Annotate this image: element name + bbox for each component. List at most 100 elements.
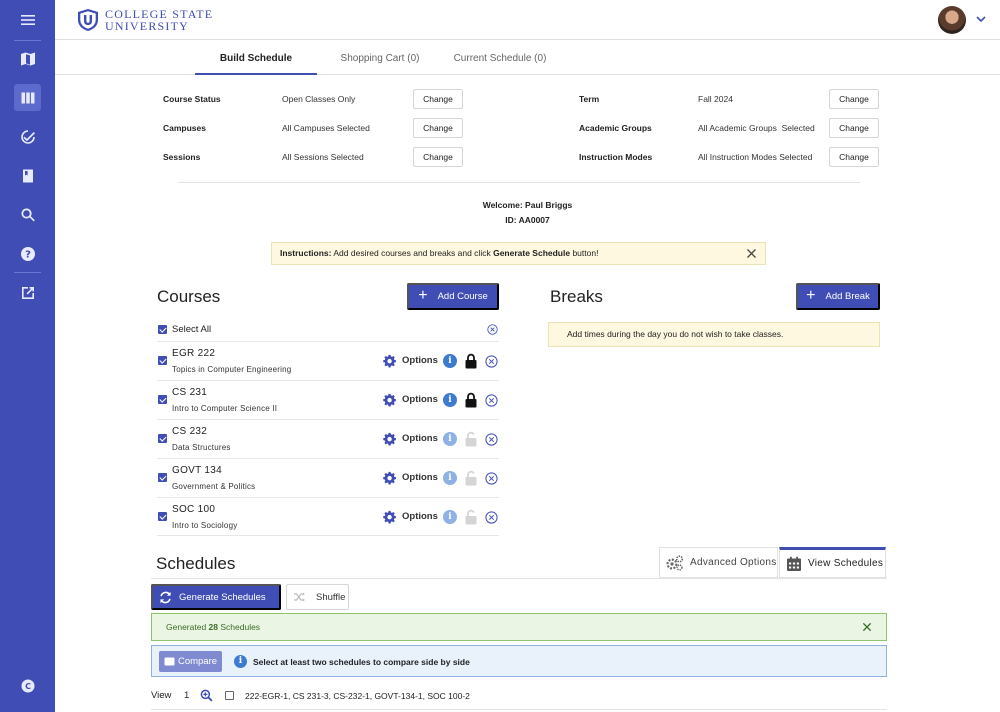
advanced-options-label: Advanced Options xyxy=(690,557,777,568)
check-circle-icon[interactable] xyxy=(14,123,41,150)
course-checkbox[interactable] xyxy=(158,356,167,365)
gear-icon[interactable] xyxy=(383,354,397,368)
schedules-divider xyxy=(151,578,887,579)
compare-label: Compare xyxy=(177,656,218,667)
change-academic-groups-button[interactable]: Change xyxy=(829,118,879,138)
generated-suffix: Schedules xyxy=(218,622,261,632)
unlock-icon[interactable] xyxy=(464,431,478,447)
shuffle-button[interactable]: Shuffle xyxy=(286,584,349,610)
info-icon[interactable]: i xyxy=(443,393,457,407)
copyright-icon[interactable]: C xyxy=(14,672,41,699)
compare-banner: Compare i Select at least two schedules … xyxy=(151,645,887,677)
lock-icon[interactable] xyxy=(464,392,478,408)
options-button[interactable]: Options xyxy=(402,511,438,522)
tab-current-schedule[interactable]: Current Schedule (0) xyxy=(445,40,555,75)
unlock-icon[interactable] xyxy=(464,470,478,486)
sessions-label: Sessions xyxy=(163,152,201,162)
search-icon[interactable] xyxy=(14,201,41,228)
instructions-button-name: Generate Schedule xyxy=(493,248,571,258)
unlock-icon[interactable] xyxy=(464,509,478,525)
view-label: View xyxy=(151,690,172,701)
gear-icon[interactable] xyxy=(383,393,397,407)
help-icon[interactable]: ? xyxy=(14,240,41,267)
logo-line-2: UNIVERSITY xyxy=(105,19,189,33)
generated-count: 28 xyxy=(208,622,218,632)
schedule-checkbox[interactable] xyxy=(225,691,234,700)
gears-icon xyxy=(666,554,684,571)
rail-divider xyxy=(14,40,41,41)
info-icon[interactable]: i xyxy=(443,510,457,524)
remove-all-icon[interactable] xyxy=(487,324,498,335)
change-instruction-modes-button[interactable]: Change xyxy=(829,147,879,167)
change-campuses-button[interactable]: Change xyxy=(413,118,463,138)
gear-icon[interactable] xyxy=(383,432,397,446)
course-code: EGR 222 xyxy=(172,348,216,359)
remove-course-icon[interactable] xyxy=(485,472,498,485)
avatar[interactable] xyxy=(938,6,966,34)
info-icon[interactable]: i xyxy=(443,354,457,368)
instructions-text-end: button! xyxy=(570,248,599,258)
view-schedules-tab[interactable]: View Schedules xyxy=(779,547,886,578)
course-checkbox[interactable] xyxy=(158,434,167,443)
options-button[interactable]: Options xyxy=(402,355,438,366)
chevron-down-icon[interactable] xyxy=(975,13,987,25)
options-button[interactable]: Options xyxy=(402,433,438,444)
instructions-text: Add desired courses and breaks and click xyxy=(331,248,494,258)
course-row-cs-232: CS 232 Data Structures Options i xyxy=(157,419,499,458)
svg-text:C: C xyxy=(25,682,31,691)
page-tabs: Build Schedule Shopping Cart (0) Current… xyxy=(55,40,1000,75)
course-checkbox[interactable] xyxy=(158,473,167,482)
remove-course-icon[interactable] xyxy=(485,433,498,446)
change-course-status-button[interactable]: Change xyxy=(413,89,463,109)
course-name: Intro to Computer Science II xyxy=(172,404,278,413)
select-all-checkbox[interactable] xyxy=(158,325,167,334)
gear-icon[interactable] xyxy=(383,471,397,485)
schedules-title: Schedules xyxy=(156,554,236,573)
remove-course-icon[interactable] xyxy=(485,511,498,524)
instructions-prefix: Instructions: xyxy=(280,248,332,258)
change-term-button[interactable]: Change xyxy=(829,89,879,109)
tab-shopping-cart[interactable]: Shopping Cart (0) xyxy=(330,40,430,75)
course-checkbox[interactable] xyxy=(158,512,167,521)
university-logo[interactable]: COLLEGE STATE UNIVERSITY xyxy=(77,8,213,32)
book-icon[interactable] xyxy=(14,162,41,189)
breaks-note: Add times during the day you do not wish… xyxy=(548,322,880,347)
course-name: Intro to Sociology xyxy=(172,521,238,530)
map-icon[interactable] xyxy=(14,45,41,72)
info-icon: i xyxy=(234,655,247,668)
compare-button[interactable]: Compare xyxy=(159,651,222,672)
course-code: CS 231 xyxy=(172,387,208,398)
remove-course-icon[interactable] xyxy=(485,355,498,368)
course-checkbox[interactable] xyxy=(158,395,167,404)
close-icon[interactable] xyxy=(862,622,872,632)
tab-build-schedule[interactable]: Build Schedule xyxy=(195,40,317,75)
generate-schedules-button[interactable]: Generate Schedules xyxy=(151,584,281,610)
advanced-options-tab[interactable]: Advanced Options xyxy=(659,547,778,578)
add-course-button[interactable]: + Add Course xyxy=(407,283,499,310)
remove-course-icon[interactable] xyxy=(485,394,498,407)
close-icon[interactable] xyxy=(746,248,757,259)
courses-title: Courses xyxy=(157,287,221,306)
info-icon[interactable]: i xyxy=(443,471,457,485)
shuffle-label: Shuffle xyxy=(316,591,346,603)
add-break-button[interactable]: + Add Break xyxy=(796,283,880,310)
lock-icon[interactable] xyxy=(464,353,478,369)
zoom-in-icon[interactable] xyxy=(200,689,213,702)
gear-icon[interactable] xyxy=(383,510,397,524)
options-button[interactable]: Options xyxy=(402,472,438,483)
add-break-label: Add Break xyxy=(825,291,870,302)
generated-prefix: Generated xyxy=(166,622,209,632)
info-icon[interactable]: i xyxy=(443,432,457,446)
plus-icon: + xyxy=(806,286,816,304)
options-button[interactable]: Options xyxy=(402,394,438,405)
user-id: ID: AA0007 xyxy=(505,215,550,225)
course-row-cs-231: CS 231 Intro to Computer Science II Opti… xyxy=(157,380,499,419)
compare-icon xyxy=(164,657,175,665)
menu-icon[interactable] xyxy=(14,6,41,33)
course-row-soc-100: SOC 100 Intro to Sociology Options i xyxy=(157,497,499,536)
course-status-value: Open Classes Only xyxy=(282,94,356,104)
external-link-icon[interactable] xyxy=(14,279,41,306)
course-status-label: Course Status xyxy=(163,94,221,104)
change-sessions-button[interactable]: Change xyxy=(413,147,463,167)
schedule-icon[interactable] xyxy=(14,84,41,111)
